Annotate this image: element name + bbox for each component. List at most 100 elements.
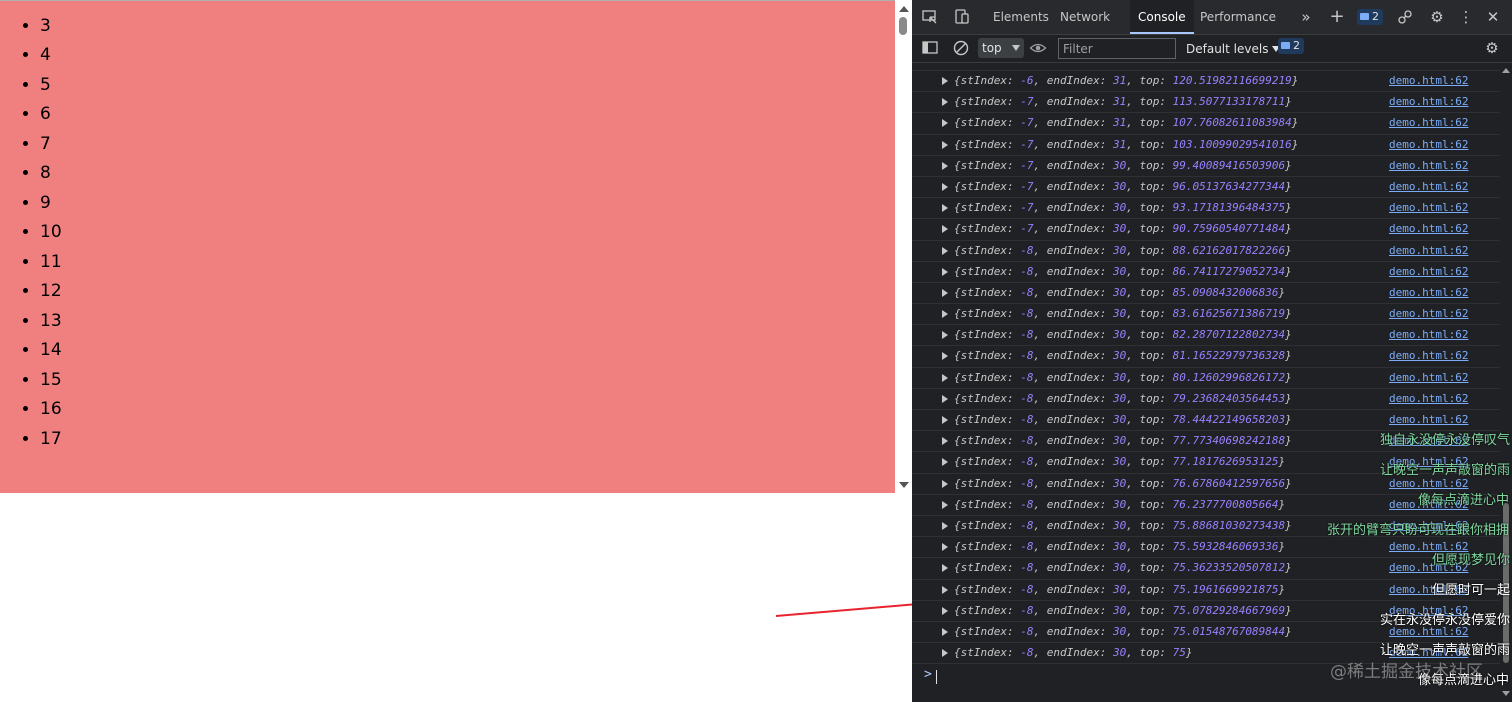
expand-triangle-icon[interactable] [942, 98, 948, 107]
source-link[interactable]: demo.html:62 [1389, 219, 1468, 239]
scroll-list-container[interactable]: 234567891011121314151617 [0, 0, 895, 493]
console-scrollbar[interactable] [1500, 63, 1512, 702]
connection-icon[interactable] [1396, 8, 1414, 26]
top-value: 81.16522979736328 [1172, 349, 1286, 363]
expand-triangle-icon[interactable] [942, 352, 948, 361]
expand-triangle-icon[interactable] [942, 161, 948, 170]
expand-triangle-icon[interactable] [942, 479, 948, 488]
top-value: 82.28707122802734 [1172, 328, 1286, 342]
expand-triangle-icon[interactable] [942, 267, 948, 276]
source-link[interactable]: demo.html:62 [1389, 389, 1468, 409]
close-devtools-icon[interactable]: ✕ [1484, 8, 1502, 26]
list-scrollbar[interactable] [895, 0, 912, 492]
expand-triangle-icon[interactable] [942, 543, 948, 552]
log-row[interactable]: {stIndex: -7, endIndex: 31, top: 113.507… [912, 92, 1500, 114]
issues-badge-toolbar[interactable]: 2 [1278, 38, 1304, 54]
clear-console-icon[interactable] [952, 39, 970, 57]
tab-network[interactable]: Network [1052, 0, 1118, 34]
add-tab-plus-icon[interactable]: + [1328, 8, 1346, 26]
expand-triangle-icon[interactable] [942, 182, 948, 191]
source-link[interactable]: demo.html:62 [1389, 177, 1468, 197]
expand-triangle-icon[interactable] [942, 394, 948, 403]
source-link[interactable]: demo.html:62 [1389, 135, 1468, 155]
settings-gear-icon[interactable]: ⚙ [1428, 8, 1446, 26]
log-row[interactable]: {stIndex: -6, endIndex: 31, top: 120.519… [912, 71, 1500, 93]
log-row[interactable]: {stIndex: -8, endIndex: 30, top: 85.0908… [912, 283, 1500, 305]
source-link[interactable]: demo.html:62 [1389, 71, 1468, 91]
console-log-area[interactable]: {stIndex: -6, endIndex: 31, top: 120.519… [912, 63, 1500, 665]
log-row[interactable]: {stIndex: -8, endIndex: 30, top: 75.1961… [912, 580, 1500, 601]
scroll-down-arrow-icon[interactable] [1502, 691, 1510, 696]
expand-triangle-icon[interactable] [942, 437, 948, 446]
expand-triangle-icon[interactable] [942, 373, 948, 382]
filter-input[interactable] [1058, 38, 1176, 59]
expand-triangle-icon[interactable] [942, 627, 948, 636]
more-tabs-chevron-icon[interactable]: » [1297, 8, 1315, 26]
source-link[interactable]: demo.html:62 [1389, 283, 1468, 303]
expand-triangle-icon[interactable] [942, 649, 948, 658]
source-link[interactable]: demo.html:62 [1389, 241, 1468, 261]
source-link[interactable]: demo.html:62 [1389, 92, 1468, 112]
tab-elements[interactable]: Elements [985, 0, 1057, 34]
device-toolbar-icon[interactable] [953, 8, 971, 26]
source-link[interactable]: demo.html:62 [1389, 198, 1468, 218]
scroll-down-arrow-icon[interactable] [899, 482, 909, 488]
source-link[interactable]: demo.html:62 [1389, 346, 1468, 366]
expand-triangle-icon[interactable] [942, 225, 948, 234]
log-row[interactable]: {stIndex: -7, endIndex: 31, top: 103.100… [912, 135, 1500, 156]
expand-triangle-icon[interactable] [942, 606, 948, 615]
source-link[interactable]: demo.html:62 [1389, 156, 1468, 176]
top-value: 75.07829284667969 [1172, 603, 1286, 617]
source-link[interactable]: demo.html:62 [1389, 113, 1468, 133]
log-row[interactable]: {stIndex: -8, endIndex: 30, top: 82.2870… [912, 325, 1500, 347]
live-expression-eye-icon[interactable] [1029, 39, 1047, 57]
log-row[interactable]: {stIndex: -7, endIndex: 31, top: 107.760… [912, 113, 1500, 135]
log-row[interactable]: {stIndex: -8, endIndex: 30, top: 88.6216… [912, 241, 1500, 262]
expand-triangle-icon[interactable] [942, 119, 948, 128]
scrollbar-thumb[interactable] [899, 17, 907, 35]
expand-triangle-icon[interactable] [942, 564, 948, 573]
context-select[interactable]: top [978, 38, 1024, 58]
expand-triangle-icon[interactable] [942, 140, 948, 149]
source-link[interactable]: demo.html:62 [1389, 325, 1468, 345]
top-value: 77.77340698242188 [1172, 434, 1286, 448]
log-row[interactable]: {stIndex: -7, endIndex: 30, top: 90.7596… [912, 219, 1500, 241]
inspect-element-icon[interactable] [921, 8, 939, 26]
log-levels-dropdown[interactable]: Default levels [1186, 39, 1281, 59]
log-row[interactable]: {stIndex: -8, endIndex: 30, top: 76.2377… [912, 495, 1500, 516]
expand-triangle-icon[interactable] [942, 204, 948, 213]
source-link[interactable]: demo.html:62 [1389, 368, 1468, 388]
expand-triangle-icon[interactable] [942, 416, 948, 424]
console-settings-gear-icon[interactable]: ⚙ [1483, 39, 1501, 57]
log-row[interactable]: {stIndex: -8, endIndex: 30, top: 79.2368… [912, 389, 1500, 410]
scroll-up-arrow-icon[interactable] [899, 6, 909, 12]
log-row[interactable]: {stIndex: -7, endIndex: 30, top: 96.0513… [912, 177, 1500, 199]
log-row[interactable]: {stIndex: -7, endIndex: 30, top: 93.1718… [912, 198, 1500, 220]
expand-triangle-icon[interactable] [942, 288, 948, 297]
expand-triangle-icon[interactable] [942, 310, 948, 319]
log-row[interactable]: {stIndex: -8, endIndex: 30, top: 78.4442… [912, 410, 1500, 432]
log-row[interactable]: {stIndex: -7, endIndex: 30, top: 99.4008… [912, 156, 1500, 177]
expand-triangle-icon[interactable] [942, 331, 948, 340]
scroll-up-arrow-icon[interactable] [1502, 68, 1510, 73]
log-row[interactable]: {stIndex: -8, endIndex: 30, top: 75.5932… [912, 537, 1500, 559]
expand-triangle-icon[interactable] [942, 521, 948, 530]
expand-triangle-icon[interactable] [942, 246, 948, 255]
log-row[interactable]: {stIndex: -8, endIndex: 30, top: 83.6162… [912, 304, 1500, 326]
source-link[interactable]: demo.html:62 [1389, 304, 1468, 324]
expand-triangle-icon[interactable] [942, 458, 948, 467]
more-options-kebab-icon[interactable]: ⋮ [1457, 8, 1475, 26]
sidebar-toggle-icon[interactable] [921, 39, 939, 57]
expand-triangle-icon[interactable] [942, 500, 948, 509]
log-row[interactable]: {stIndex: -8, endIndex: 30, top: 75.3623… [912, 558, 1500, 580]
source-link[interactable]: demo.html:62 [1389, 262, 1468, 282]
source-link[interactable]: demo.html:62 [1389, 410, 1468, 430]
expand-triangle-icon[interactable] [942, 77, 948, 85]
expand-triangle-icon[interactable] [942, 585, 948, 594]
issues-badge[interactable]: 2 [1357, 9, 1383, 25]
tab-performance[interactable]: Performance [1192, 0, 1284, 34]
log-row[interactable]: {stIndex: -8, endIndex: 30, top: 81.1652… [912, 346, 1500, 368]
tab-console[interactable]: Console [1130, 0, 1194, 34]
log-row[interactable]: {stIndex: -8, endIndex: 30, top: 86.7411… [912, 262, 1500, 283]
log-row[interactable]: {stIndex: -8, endIndex: 30, top: 80.1260… [912, 368, 1500, 389]
